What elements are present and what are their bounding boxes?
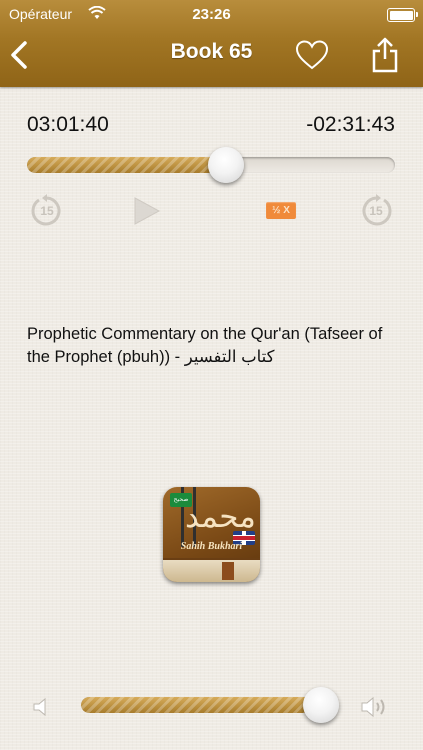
cover-pages [163,558,260,582]
heart-icon[interactable] [294,39,330,71]
volume-knob[interactable] [302,687,339,723]
elapsed-time: 03:01:40 [27,113,109,136]
progress-knob[interactable] [207,147,244,183]
rewind-15-button[interactable]: 15 [30,194,64,228]
page-title: Book 65 [170,40,253,63]
navigation-bar: Opérateur 23:26 Book 65 [0,0,423,87]
battery-icon [387,8,418,22]
progress-fill [27,157,226,173]
play-icon[interactable] [132,196,162,226]
clock: 23:26 [192,6,231,23]
volume-slider[interactable] [81,697,336,713]
status-bar: Opérateur 23:26 [0,0,423,28]
remaining-time: -02:31:43 [306,113,395,136]
track-description: Prophetic Commentary on the Qur'an (Tafs… [27,325,383,366]
volume-fill [81,697,321,713]
forward-15-button[interactable]: 15 [359,194,393,228]
bookmark-icon [222,562,234,580]
cover-title: Sahih Bukhari [180,541,243,552]
speaker-high-icon [361,696,385,718]
speaker-low-icon [33,697,46,717]
rewind-seconds: 15 [40,204,54,218]
cover-logo: محمد [185,499,256,535]
forward-seconds: 15 [369,204,383,218]
book-cover: صحيح محمد Sahih Bukhari [163,487,260,582]
playback-speed-button[interactable]: ½ X [266,202,296,219]
share-icon[interactable] [370,37,400,73]
